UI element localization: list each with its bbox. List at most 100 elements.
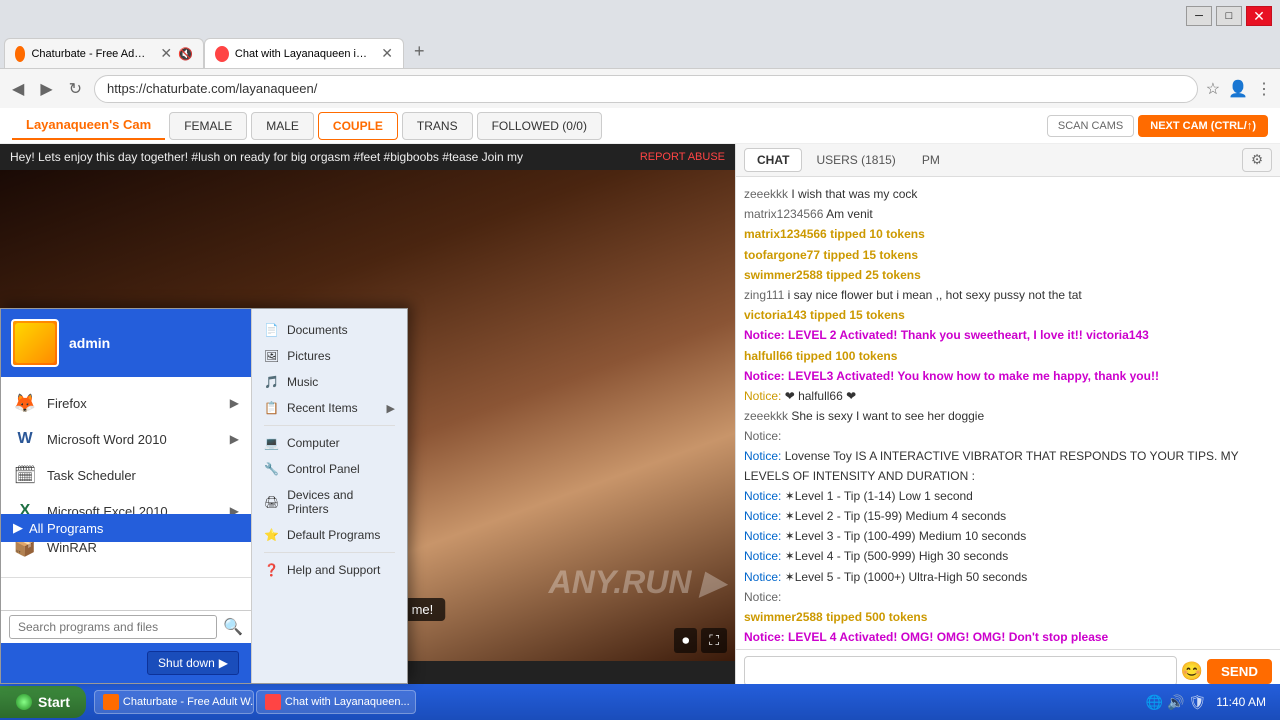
shutdown-arrow-icon: ▶ — [219, 656, 228, 670]
tab-close-2[interactable]: ✕ — [381, 45, 393, 62]
shutdown-button[interactable]: Shut down ▶ — [147, 651, 239, 675]
new-tab-button[interactable]: + — [404, 35, 435, 68]
maximize-button[interactable]: □ — [1216, 6, 1242, 26]
start-right-computer[interactable]: 💻 Computer — [252, 430, 407, 456]
message-user: Notice: — [744, 328, 785, 342]
chat-settings-button[interactable]: ⚙ — [1242, 148, 1272, 172]
fullscreen-button[interactable]: ⛶ — [701, 628, 727, 653]
message-text: Am venit — [823, 207, 872, 221]
tab-close-1[interactable]: ✕ — [160, 45, 172, 62]
start-right-control-panel[interactable]: 🔧 Control Panel — [252, 456, 407, 482]
close-button[interactable]: ✕ — [1246, 6, 1272, 26]
browser-tab-1[interactable]: Chaturbate - Free Adult Webcams, ... ✕ 🔇 — [4, 38, 204, 68]
tab-bar: Chaturbate - Free Adult Webcams, ... ✕ 🔇… — [0, 32, 1280, 68]
start-button[interactable]: Start — [0, 686, 86, 718]
minimize-button[interactable]: ─ — [1186, 6, 1212, 26]
scan-cams-button[interactable]: SCAN CAMS — [1047, 115, 1134, 137]
message-text: LEVEL 2 Activated! Thank you sweetheart,… — [785, 328, 1149, 342]
message-text: tipped 25 tokens — [823, 268, 921, 282]
mute-icon[interactable]: 🔇 — [178, 47, 193, 61]
start-item-firefox[interactable]: 🦊 Firefox ▶ — [1, 385, 251, 421]
start-right-pictures[interactable]: 🖼 Pictures — [252, 343, 407, 369]
help-support-icon: ❓ — [264, 563, 279, 577]
title-bar: ─ □ ✕ — [0, 0, 1280, 32]
start-right-music[interactable]: 🎵 Music — [252, 369, 407, 395]
start-right-documents[interactable]: 📄 Documents — [252, 317, 407, 343]
message-user: Notice: — [744, 369, 785, 383]
chat-input[interactable] — [744, 656, 1177, 686]
nav-tab-couple[interactable]: COUPLE — [318, 112, 398, 140]
chat-tab-users[interactable]: USERS (1815) — [804, 149, 907, 171]
all-programs-label: All Programs — [29, 521, 103, 536]
chat-message: Notice: ✶Level 2 - Tip (15-99) Medium 4 … — [744, 507, 1272, 526]
shutdown-label: Shut down — [158, 656, 215, 670]
devices-printers-icon: 🖨 — [264, 495, 279, 509]
message-user: Notice: — [744, 630, 785, 644]
recent-items-icon: 📋 — [264, 401, 279, 415]
browser-icons: ☆ 👤 ⋮ — [1206, 79, 1272, 99]
message-user: zeeekkk — [744, 187, 788, 201]
taskbar-item-2[interactable]: Chat with Layanaqueen... — [256, 690, 416, 714]
chat-message: Notice: LEVEL3 Activated! You know how t… — [744, 367, 1272, 386]
right-divider-1 — [264, 425, 395, 426]
forward-button[interactable]: ▶ — [36, 75, 56, 103]
all-programs-button[interactable]: ▶ All Programs — [1, 514, 251, 542]
start-menu-user-section: admin — [1, 309, 251, 377]
start-item-task-scheduler[interactable]: 🗓 Task Scheduler — [1, 457, 251, 493]
word-arrow: ▶ — [230, 432, 239, 446]
chat-message: swimmer2588 tipped 25 tokens — [744, 266, 1272, 285]
start-right-recent-items[interactable]: 📋 Recent Items ▶ — [252, 395, 407, 421]
chat-tab-pm[interactable]: PM — [910, 149, 952, 171]
nav-tab-female[interactable]: FEMALE — [169, 112, 247, 140]
next-cam-button[interactable]: NEXT CAM (CTRL/↑) — [1138, 115, 1268, 137]
chat-message: Notice: ✶Level 1 - Tip (1-14) Low 1 seco… — [744, 487, 1272, 506]
chat-message: zeeekkk She is sexy I want to see her do… — [744, 407, 1272, 426]
taskbar-item-1[interactable]: Chaturbate - Free Adult W... — [94, 690, 254, 714]
report-abuse-button[interactable]: REPORT ABUSE — [640, 151, 725, 163]
start-right-default-programs[interactable]: ⭐ Default Programs — [252, 522, 407, 548]
message-user: Notice: — [744, 449, 781, 463]
taskbar-items: Chaturbate - Free Adult W... Chat with L… — [90, 690, 1138, 714]
nav-tab-followed[interactable]: FOLLOWED (0/0) — [477, 112, 602, 140]
start-item-firefox-label: Firefox — [47, 396, 87, 411]
message-user: zeeekkk — [744, 409, 788, 423]
bio-text: Hey! Lets enjoy this day together! #lush… — [10, 150, 523, 164]
message-user: halfull66 — [744, 349, 793, 363]
nav-tab-male[interactable]: MALE — [251, 112, 314, 140]
documents-label: Documents — [287, 323, 348, 337]
nav-tab-trans[interactable]: TRANS — [402, 112, 473, 140]
user-avatar — [11, 319, 59, 367]
control-panel-label: Control Panel — [287, 462, 360, 476]
bookmark-icon[interactable]: ☆ — [1206, 79, 1220, 99]
message-user: Notice: — [744, 570, 781, 584]
record-button[interactable]: ⏺ — [674, 628, 697, 653]
refresh-button[interactable]: ↻ — [65, 75, 86, 103]
chat-message: Notice: ❤ halfull66 ❤ — [744, 387, 1272, 406]
start-menu-left: admin 🦊 Firefox ▶ W Microsoft Word 2010 … — [1, 309, 251, 683]
chat-message: toofargone77 tipped 15 tokens — [744, 246, 1272, 265]
menu-icon[interactable]: ⋮ — [1256, 79, 1272, 99]
emoji-button[interactable]: 😊 — [1181, 661, 1203, 682]
chat-message: swimmer2588 tipped 500 tokens — [744, 608, 1272, 627]
send-button[interactable]: SEND — [1207, 659, 1272, 684]
message-user: zing111 — [744, 288, 784, 302]
search-input[interactable] — [9, 615, 217, 639]
start-right-devices-printers[interactable]: 🖨 Devices and Printers — [252, 482, 407, 522]
message-text: ✶Level 3 - Tip (100-499) Medium 10 secon… — [781, 529, 1026, 543]
chat-messages: zeeekkk I wish that was my cockmatrix123… — [736, 177, 1280, 649]
start-item-word[interactable]: W Microsoft Word 2010 ▶ — [1, 421, 251, 457]
recent-items-arrow: ▶ — [387, 402, 395, 415]
cam-owner-tab[interactable]: Layanaqueen's Cam — [12, 111, 165, 140]
chat-message: Notice: — [744, 588, 1272, 607]
back-button[interactable]: ◀ — [8, 75, 28, 103]
browser-tab-2[interactable]: Chat with Layanaqueen in a Li... ✕ — [204, 38, 404, 68]
address-input[interactable] — [94, 75, 1198, 103]
documents-icon: 📄 — [264, 323, 279, 337]
user-icon[interactable]: 👤 — [1228, 79, 1248, 99]
chat-tab-chat[interactable]: CHAT — [744, 148, 802, 172]
start-menu: admin 🦊 Firefox ▶ W Microsoft Word 2010 … — [0, 308, 408, 684]
task-scheduler-icon: 🗓 — [13, 463, 37, 487]
message-text: LEVEL 4 Activated! OMG! OMG! OMG! Don't … — [785, 630, 1109, 644]
default-programs-icon: ⭐ — [264, 528, 279, 542]
start-right-help-support[interactable]: ❓ Help and Support — [252, 557, 407, 583]
